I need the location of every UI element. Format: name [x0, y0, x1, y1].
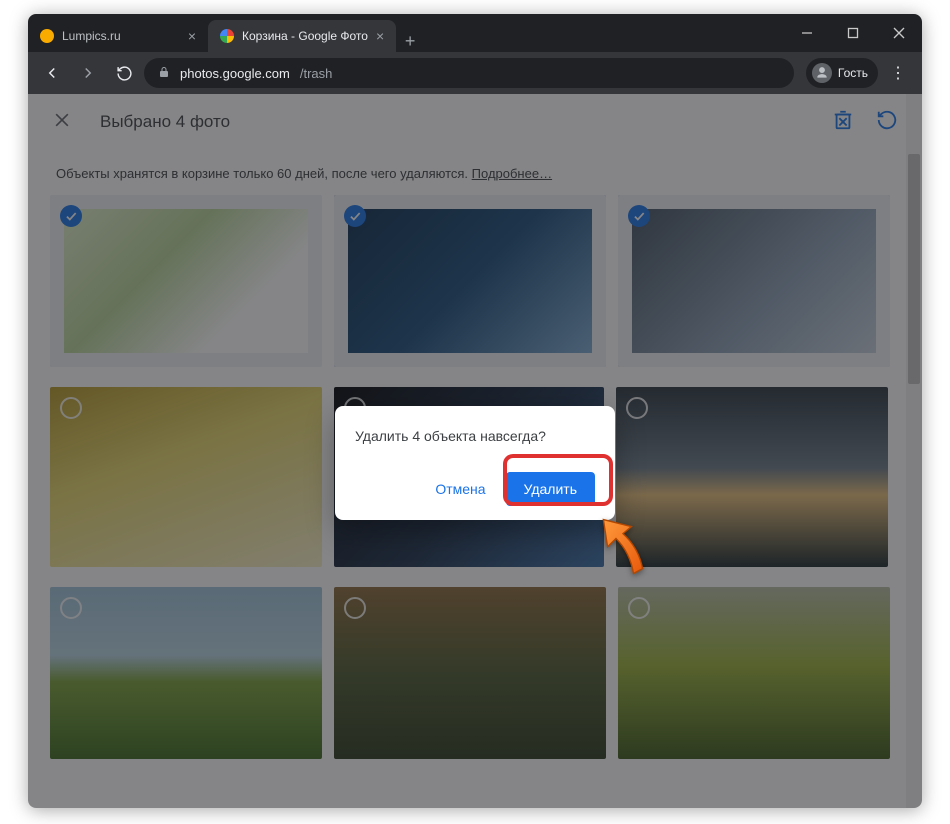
confirm-delete-button[interactable]: Удалить: [506, 472, 595, 506]
reload-button[interactable]: [108, 57, 140, 89]
close-tab-icon[interactable]: ×: [188, 28, 196, 44]
window-controls: [784, 14, 922, 52]
new-tab-button[interactable]: +: [396, 31, 424, 52]
url-host: photos.google.com: [180, 66, 290, 81]
tab-google-photos[interactable]: Корзина - Google Фото ×: [208, 20, 396, 52]
toolbar: photos.google.com/trash Гость ⋮: [28, 52, 922, 94]
browser-window: Lumpics.ru × Корзина - Google Фото × + p…: [28, 14, 922, 808]
maximize-button[interactable]: [830, 14, 876, 52]
dialog-actions: Отмена Удалить: [355, 472, 595, 506]
url-path: /trash: [300, 66, 333, 81]
cancel-button[interactable]: Отмена: [425, 473, 495, 505]
lock-icon: [158, 66, 170, 81]
favicon-icon: [220, 29, 234, 43]
dialog-message: Удалить 4 объекта навсегда?: [355, 428, 595, 444]
tab-title: Корзина - Google Фото: [242, 29, 368, 43]
close-window-button[interactable]: [876, 14, 922, 52]
avatar-icon: [812, 63, 832, 83]
confirm-delete-dialog: Удалить 4 объекта навсегда? Отмена Удали…: [335, 406, 615, 520]
titlebar: Lumpics.ru × Корзина - Google Фото × +: [28, 14, 922, 52]
forward-button[interactable]: [72, 57, 104, 89]
tab-strip: Lumpics.ru × Корзина - Google Фото × +: [28, 14, 784, 52]
profile-chip[interactable]: Гость: [806, 58, 878, 88]
tab-lumpics[interactable]: Lumpics.ru ×: [28, 20, 208, 52]
page-content: Выбрано 4 фото Объекты хранятся в корзин…: [28, 94, 922, 808]
close-tab-icon[interactable]: ×: [376, 28, 384, 44]
favicon-icon: [40, 29, 54, 43]
address-bar[interactable]: photos.google.com/trash: [144, 58, 794, 88]
menu-button[interactable]: ⋮: [882, 57, 914, 89]
tab-title: Lumpics.ru: [62, 29, 121, 43]
minimize-button[interactable]: [784, 14, 830, 52]
profile-label: Гость: [838, 66, 868, 80]
back-button[interactable]: [36, 57, 68, 89]
